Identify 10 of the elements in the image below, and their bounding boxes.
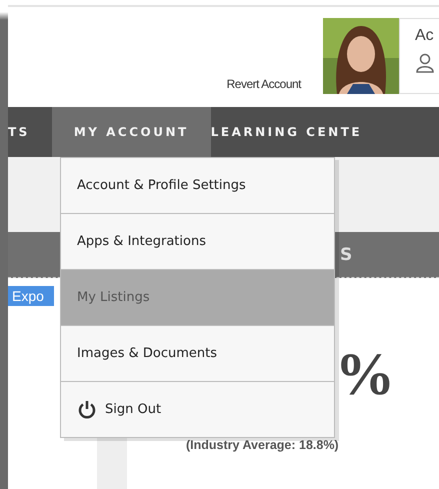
- nav-tab[interactable]: TS: [8, 107, 52, 157]
- stat-caption: (Industry Average: 18.8%): [186, 438, 339, 452]
- nav-tab[interactable]: MY ACCOUNT: [52, 107, 211, 157]
- section-title: S: [340, 244, 352, 264]
- account-label: Ac: [415, 27, 435, 45]
- stat-value: %: [335, 340, 395, 409]
- user-icon: [415, 53, 435, 73]
- power-icon: [77, 400, 97, 420]
- revert-account-link[interactable]: Revert Account: [226, 77, 301, 91]
- nav-tab[interactable]: LEARNING CENTE: [210, 107, 384, 157]
